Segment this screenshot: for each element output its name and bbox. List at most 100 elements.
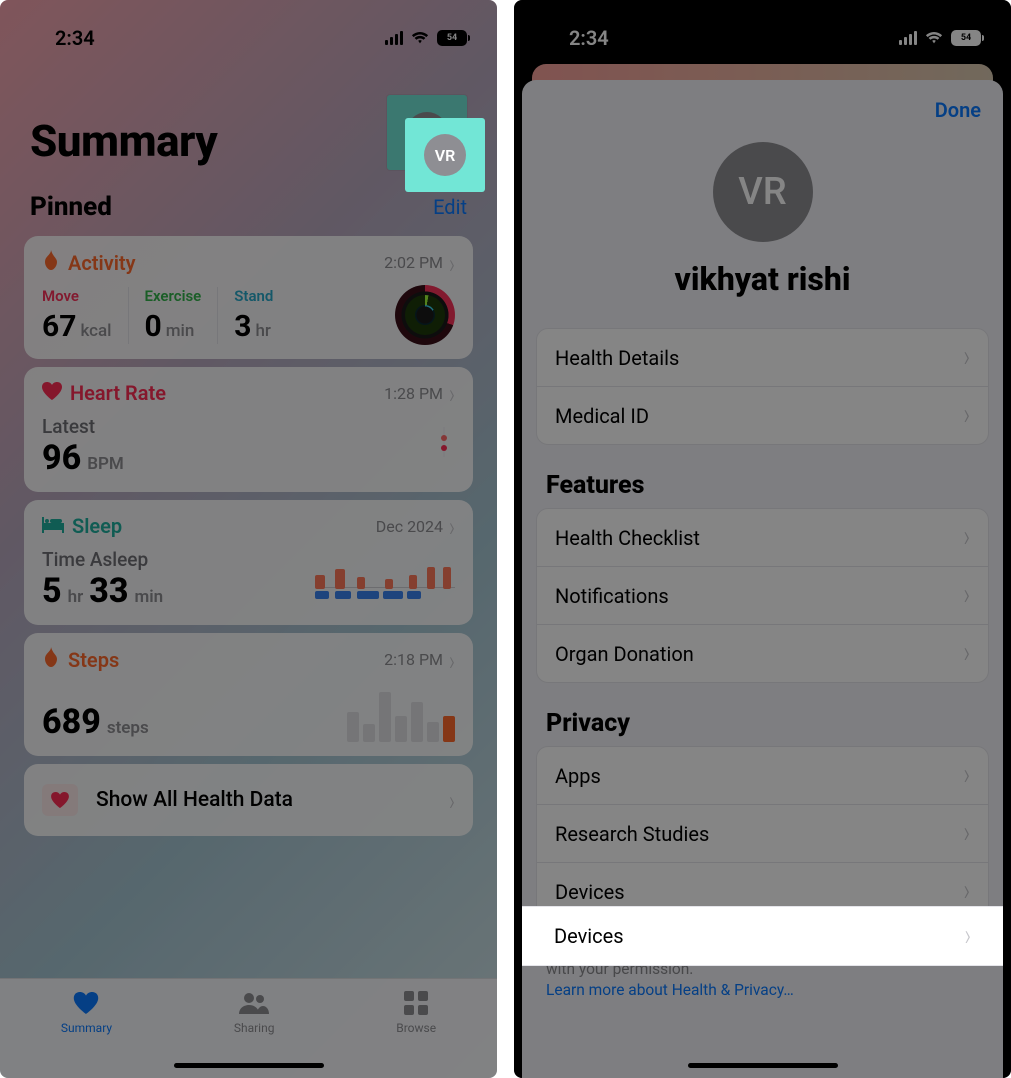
chevron-right-icon: › [963, 520, 970, 555]
heart-rate-value: 96 [42, 438, 81, 478]
grid-icon [404, 989, 428, 1017]
health-checklist-row[interactable]: Health Checklist › [537, 509, 988, 566]
avatar-highlight-top[interactable]: VR [405, 118, 485, 192]
activity-rings-icon [395, 285, 455, 345]
flame-icon [42, 250, 60, 275]
edit-button[interactable]: Edit [433, 195, 467, 219]
status-bar: 2:34 54 [514, 0, 1011, 55]
heart-icon [42, 381, 62, 405]
status-time: 2:34 [55, 26, 95, 50]
stand-unit: hr [255, 321, 270, 341]
cellular-icon [385, 31, 403, 45]
battery-icon: 54 [437, 30, 467, 46]
sleep-metric-label: Time Asleep [42, 548, 163, 571]
chevron-right-icon: › [963, 758, 970, 793]
chevron-right-icon: › [964, 919, 971, 954]
tab-summary[interactable]: Summary [61, 989, 112, 1078]
heart-badge-icon [42, 784, 78, 816]
steps-card[interactable]: Steps 2:18 PM › 689 steps [24, 633, 473, 756]
exercise-value: 0 [145, 309, 162, 344]
status-time: 2:34 [569, 26, 609, 50]
show-all-label: Show All Health Data [96, 788, 431, 812]
heart-rate-timestamp: 1:28 PM [384, 384, 443, 403]
sleep-card[interactable]: Sleep Dec 2024 › Time Asleep 5 hr 33 min [24, 500, 473, 625]
wifi-icon [411, 31, 429, 45]
sleep-hours: 5 [42, 571, 62, 611]
organ-donation-row[interactable]: Organ Donation › [537, 624, 988, 682]
done-button[interactable]: Done [935, 98, 981, 122]
health-profile-screen: 2:34 54 Done VR vikhyat rishi Health Det… [514, 0, 1011, 1078]
avatar-initials: VR [738, 170, 786, 214]
chevron-right-icon: › [449, 646, 455, 674]
privacy-group: Apps › Research Studies › Devices › [536, 746, 989, 921]
devices-row-highlight[interactable]: Devices › [522, 906, 1003, 966]
steps-chart [347, 682, 455, 742]
heart-rate-title: Heart Rate [70, 381, 166, 405]
exercise-label: Exercise [145, 287, 202, 305]
activity-card-title: Activity [68, 251, 136, 275]
chevron-right-icon: › [449, 379, 455, 407]
steps-timestamp: 2:18 PM [384, 650, 443, 669]
battery-icon: 54 [951, 30, 981, 46]
chevron-right-icon: › [963, 874, 970, 909]
move-label: Move [42, 287, 112, 305]
sleep-minutes: 33 [89, 571, 128, 611]
people-icon [239, 989, 269, 1017]
status-bar: 2:34 54 [0, 0, 497, 55]
steps-value: 689 [42, 702, 101, 742]
heart-rate-latest-label: Latest [42, 415, 124, 438]
heart-rate-chart [435, 427, 455, 457]
wifi-icon [925, 31, 943, 45]
move-unit: kcal [80, 321, 111, 341]
activity-card[interactable]: Activity 2:02 PM › Move 67kcal Ex [24, 236, 473, 359]
profile-group-1: Health Details › Medical ID › [536, 328, 989, 445]
home-indicator [688, 1063, 838, 1068]
chevron-right-icon: › [963, 578, 970, 613]
chevron-right-icon: › [963, 816, 970, 851]
status-icons: 54 [385, 30, 467, 46]
chevron-right-icon: › [449, 512, 455, 540]
tab-browse-label: Browse [396, 1021, 436, 1035]
page-title: Summary [30, 115, 217, 167]
heart-rate-unit: BPM [87, 454, 124, 474]
exercise-unit: min [166, 321, 195, 341]
activity-timestamp: 2:02 PM [384, 253, 443, 272]
chevron-right-icon: › [963, 398, 970, 433]
features-header: Features [522, 471, 1003, 508]
heart-rate-card[interactable]: Heart Rate 1:28 PM › Latest 96 BPM [24, 367, 473, 492]
tab-sharing-label: Sharing [234, 1021, 275, 1035]
stand-label: Stand [234, 287, 273, 305]
sleep-timestamp: Dec 2024 [376, 517, 443, 536]
heart-fill-icon [73, 989, 99, 1017]
privacy-header: Privacy [522, 709, 1003, 746]
steps-title: Steps [68, 648, 119, 672]
profile-name: vikhyat rishi [522, 260, 1003, 298]
medical-id-row[interactable]: Medical ID › [537, 386, 988, 444]
sleep-hours-unit: hr [68, 587, 84, 607]
chevron-right-icon: › [449, 249, 455, 277]
apps-row[interactable]: Apps › [537, 747, 988, 804]
privacy-learn-more-link[interactable]: Learn more about Health & Privacy… [546, 981, 794, 999]
features-group: Health Checklist › Notifications › Organ… [536, 508, 989, 683]
sleep-title: Sleep [72, 514, 122, 538]
pinned-header: Pinned [30, 192, 112, 222]
profile-avatar-button[interactable]: VR [424, 134, 466, 176]
move-value: 67 [42, 309, 76, 344]
sleep-chart [315, 563, 455, 611]
notifications-row[interactable]: Notifications › [537, 566, 988, 624]
research-studies-row[interactable]: Research Studies › [537, 804, 988, 862]
profile-avatar-large[interactable]: VR [713, 142, 813, 242]
tab-browse[interactable]: Browse [396, 989, 436, 1078]
tab-summary-label: Summary [61, 1021, 112, 1035]
cellular-icon [899, 31, 917, 45]
chevron-right-icon: › [963, 636, 970, 671]
show-all-health-data-row[interactable]: Show All Health Data › [24, 764, 473, 836]
home-indicator [174, 1063, 324, 1068]
health-summary-screen: 2:34 54 Summary VR Pinned Edit [0, 0, 497, 1078]
health-details-row[interactable]: Health Details › [537, 329, 988, 386]
status-icons: 54 [899, 30, 981, 46]
steps-unit: steps [107, 718, 149, 738]
stand-value: 3 [234, 309, 251, 344]
chevron-right-icon: › [963, 340, 970, 375]
sleep-minutes-unit: min [134, 587, 163, 607]
